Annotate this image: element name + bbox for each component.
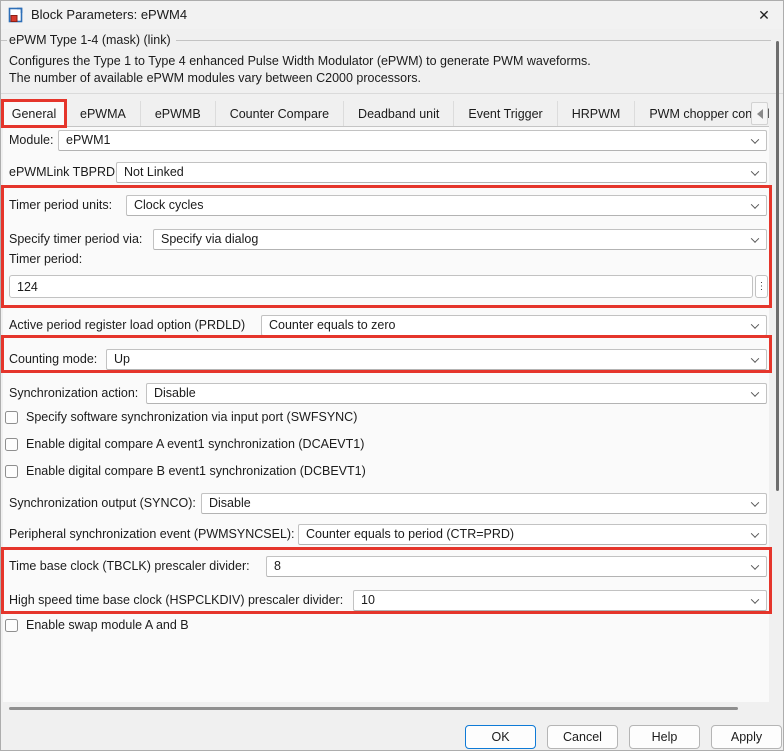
timer-period-units-select[interactable]: Clock cycles	[126, 195, 767, 216]
sync-action-select[interactable]: Disable	[146, 383, 767, 404]
hspclkdiv-value: 10	[361, 593, 375, 607]
prdld-value: Counter equals to zero	[269, 318, 395, 332]
mask-heading: ePWM Type 1-4 (mask) (link)	[7, 33, 176, 47]
checkbox-label: Specify software synchronization via inp…	[26, 409, 357, 425]
tab-label: Event Trigger	[468, 107, 542, 121]
window-title: Block Parameters: ePWM4	[31, 1, 187, 29]
tab-deadband-unit[interactable]: Deadband unit	[344, 101, 454, 126]
hspclkdiv-label: High speed time base clock (HSPCLKDIV) p…	[9, 590, 343, 611]
tab-hrpwm[interactable]: HRPWM	[558, 101, 636, 126]
module-label: Module:	[9, 130, 53, 151]
pwmsyncsel-select[interactable]: Counter equals to period (CTR=PRD)	[298, 524, 767, 545]
checkbox-enable-swap[interactable]: Enable swap module A and B	[5, 617, 189, 633]
pwmsyncsel-label: Peripheral synchronization event (PWMSYN…	[9, 524, 295, 545]
checkbox-label: Enable swap module A and B	[26, 617, 189, 633]
chevron-down-icon	[751, 320, 759, 328]
timer-period-input[interactable]	[9, 275, 753, 298]
timer-period-label: Timer period:	[9, 251, 82, 268]
timer-period-units-label: Timer period units:	[9, 195, 112, 216]
description-line-1: Configures the Type 1 to Type 4 enhanced…	[9, 53, 591, 70]
timer-period-options-button[interactable]: ⋮	[755, 275, 768, 298]
tbclk-label: Time base clock (TBCLK) prescaler divide…	[9, 556, 250, 577]
sync-action-value: Disable	[154, 386, 196, 400]
tab-label: HRPWM	[572, 107, 621, 121]
tab-label: ePWMA	[80, 107, 126, 121]
tab-bar: ePWMA ePWMB Counter Compare Deadband uni…	[65, 101, 784, 126]
tab-label: Counter Compare	[230, 107, 329, 121]
prdld-select[interactable]: Counter equals to zero	[261, 315, 767, 336]
tbclk-value: 8	[274, 559, 281, 573]
counting-mode-select[interactable]: Up	[106, 349, 767, 370]
chevron-down-icon	[751, 595, 759, 603]
tab-epwma[interactable]: ePWMA	[65, 101, 141, 126]
checkbox-icon[interactable]	[5, 465, 18, 478]
close-button[interactable]: ✕	[747, 1, 781, 29]
epwmlink-tbprd-select[interactable]: Not Linked	[116, 162, 767, 183]
chevron-down-icon	[751, 561, 759, 569]
tab-event-trigger[interactable]: Event Trigger	[454, 101, 557, 126]
apply-button[interactable]: Apply	[711, 725, 782, 749]
checkbox-label: Enable digital compare A event1 synchron…	[26, 436, 364, 452]
chevron-down-icon	[751, 388, 759, 396]
sync-action-label: Synchronization action:	[9, 383, 138, 404]
mask-description: Configures the Type 1 to Type 4 enhanced…	[9, 53, 591, 87]
tab-epwmb[interactable]: ePWMB	[141, 101, 216, 126]
ok-button[interactable]: OK	[465, 725, 536, 749]
legend-line-right	[176, 40, 771, 41]
checkbox-icon[interactable]	[5, 619, 18, 632]
tab-label: General	[12, 107, 56, 121]
checkbox-dcaevt1[interactable]: Enable digital compare A event1 synchron…	[5, 436, 364, 452]
tab-label: ePWMB	[155, 107, 201, 121]
counting-mode-value: Up	[114, 352, 130, 366]
tab-scroll-left-icon	[757, 109, 763, 119]
chevron-down-icon	[751, 354, 759, 362]
checkbox-icon[interactable]	[5, 411, 18, 424]
specify-timer-period-via-label: Specify timer period via:	[9, 229, 142, 250]
simulink-block-icon	[8, 7, 24, 23]
checkbox-label: Enable digital compare B event1 synchron…	[26, 463, 366, 479]
synco-select[interactable]: Disable	[201, 493, 767, 514]
synco-value: Disable	[209, 496, 251, 510]
button-bar-divider	[9, 707, 738, 710]
block-parameters-dialog: Block Parameters: ePWM4 ✕ ePWM Type 1-4 …	[0, 0, 784, 751]
overflow-dots-icon: ⋮	[757, 281, 767, 292]
tab-label: Deadband unit	[358, 107, 439, 121]
prdld-label: Active period register load option (PRDL…	[9, 315, 245, 336]
title-bar: Block Parameters: ePWM4 ✕	[1, 1, 783, 29]
epwmlink-tbprd-label: ePWMLink TBPRD	[9, 162, 115, 183]
section-separator	[1, 93, 784, 94]
hspclkdiv-select[interactable]: 10	[353, 590, 767, 611]
chevron-down-icon	[751, 200, 759, 208]
tab-counter-compare[interactable]: Counter Compare	[216, 101, 344, 126]
tab-general[interactable]: General	[3, 100, 65, 127]
chevron-down-icon	[751, 529, 759, 537]
module-value: ePWM1	[66, 133, 110, 147]
timer-period-units-value: Clock cycles	[134, 198, 203, 212]
synco-label: Synchronization output (SYNCO):	[9, 493, 196, 514]
checkbox-dcbevt1[interactable]: Enable digital compare B event1 synchron…	[5, 463, 366, 479]
tab-scroll-left-button[interactable]	[751, 102, 768, 125]
pwmsyncsel-value: Counter equals to period (CTR=PRD)	[306, 527, 514, 541]
vertical-scrollbar-thumb[interactable]	[776, 41, 779, 491]
specify-timer-period-via-select[interactable]: Specify via dialog	[153, 229, 767, 250]
epwmlink-tbprd-value: Not Linked	[124, 165, 184, 179]
counting-mode-label: Counting mode:	[9, 349, 97, 370]
chevron-down-icon	[751, 167, 759, 175]
description-line-2: The number of available ePWM modules var…	[9, 70, 591, 87]
mask-legend: ePWM Type 1-4 (mask) (link)	[1, 32, 771, 48]
chevron-down-icon	[751, 498, 759, 506]
cancel-button[interactable]: Cancel	[547, 725, 618, 749]
checkbox-swfsync[interactable]: Specify software synchronization via inp…	[5, 409, 357, 425]
chevron-down-icon	[751, 135, 759, 143]
chevron-down-icon	[751, 234, 759, 242]
checkbox-icon[interactable]	[5, 438, 18, 451]
tbclk-select[interactable]: 8	[266, 556, 767, 577]
close-icon: ✕	[758, 7, 770, 24]
module-select[interactable]: ePWM1	[58, 130, 767, 151]
specify-timer-period-via-value: Specify via dialog	[161, 232, 258, 246]
help-button[interactable]: Help	[629, 725, 700, 749]
